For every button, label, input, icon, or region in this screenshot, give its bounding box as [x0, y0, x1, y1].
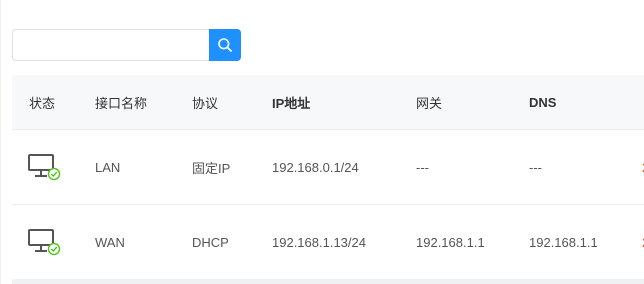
table-header: 状态 接口名称 协议 IP地址 网关 DNS [12, 75, 644, 130]
gateway: 192.168.1.1 [416, 234, 485, 250]
gateway: --- [416, 159, 429, 175]
table-footer-band [12, 279, 644, 284]
monitor-check-icon [28, 229, 61, 256]
header-gateway: 网关 [416, 95, 443, 111]
interface-name: WAN [95, 234, 125, 250]
ip-address: 192.168.0.1/24 [272, 159, 359, 175]
table-row[interactable]: WAN DHCP 192.168.1.13/24 192.168.1.1 192… [12, 205, 644, 280]
header-status: 状态 [29, 95, 56, 111]
search-icon [218, 38, 232, 52]
ip-address: 192.168.1.13/24 [272, 234, 366, 250]
search-button[interactable] [209, 29, 241, 61]
table-row[interactable]: LAN 固定IP 192.168.0.1/24 --- --- 2 [12, 130, 644, 205]
header-ip-address: IP地址 [272, 95, 311, 111]
status-cell [27, 205, 61, 279]
search-bar [12, 29, 241, 61]
dns: 192.168.1.1 [529, 234, 598, 250]
interface-name: LAN [95, 159, 121, 175]
monitor-check-icon [28, 154, 61, 181]
protocol: DHCP [192, 234, 229, 250]
status-cell [27, 130, 61, 204]
header-interface-name: 接口名称 [95, 95, 148, 111]
search-input[interactable] [12, 29, 209, 61]
interface-table: 状态 接口名称 协议 IP地址 网关 DNS LAN 固定IP 192.168.… [12, 75, 644, 280]
left-border [0, 0, 1, 284]
protocol: 固定IP [192, 160, 231, 176]
dns: --- [529, 159, 542, 175]
header-protocol: 协议 [192, 95, 219, 111]
header-dns: DNS [529, 94, 557, 110]
